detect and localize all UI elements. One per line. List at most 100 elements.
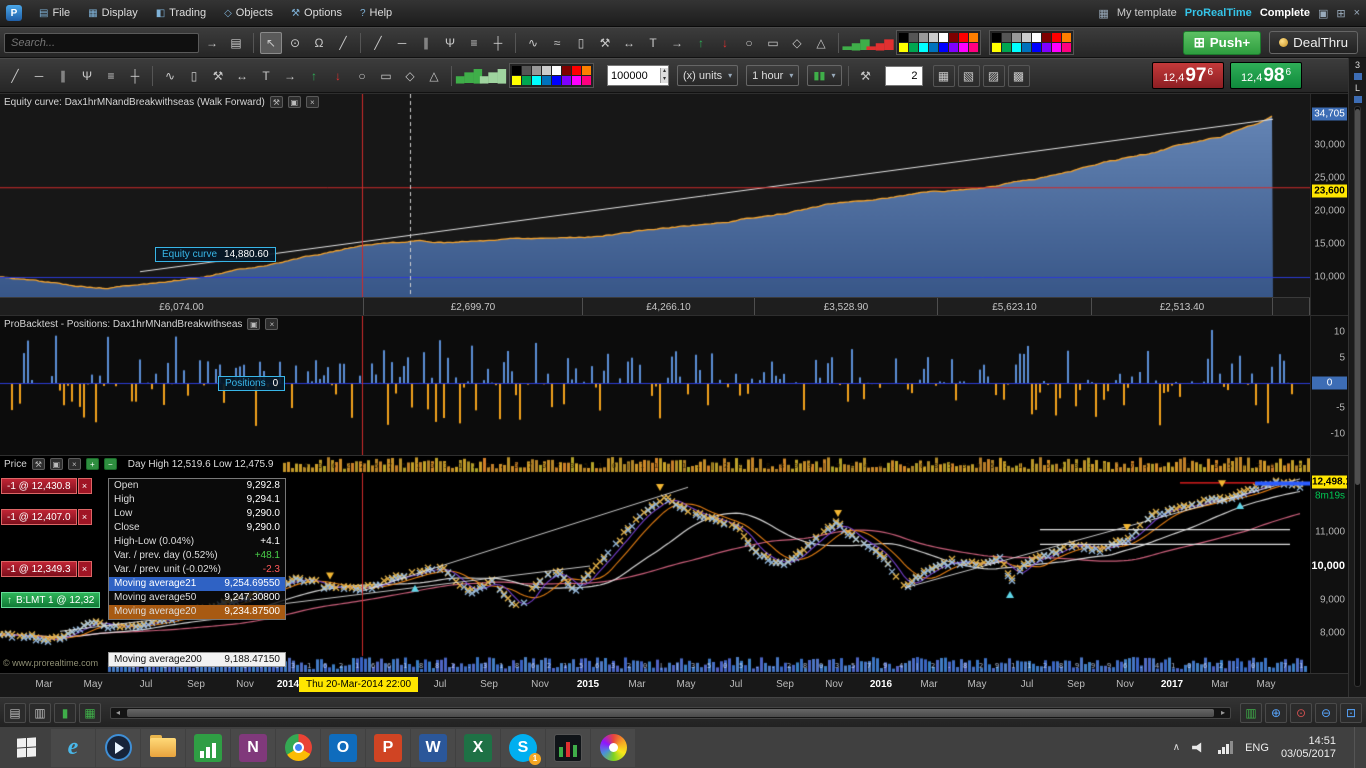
panel-close-icon[interactable]: × bbox=[305, 96, 319, 108]
search-input[interactable] bbox=[4, 32, 199, 53]
color-swatch[interactable] bbox=[1012, 33, 1021, 42]
color-swatch[interactable] bbox=[949, 43, 958, 52]
zigzag-icon[interactable]: ∿ bbox=[159, 65, 181, 87]
color-swatch[interactable] bbox=[919, 33, 928, 42]
pitchfork-icon[interactable]: Ψ bbox=[439, 32, 461, 54]
mini-chart-1-icon[interactable]: ▤ bbox=[4, 702, 26, 723]
text-icon[interactable]: T bbox=[255, 65, 277, 87]
equity-y-axis[interactable]: 34,705 30,000 25,000 23,600 20,000 15,000 10,0… bbox=[1310, 94, 1348, 315]
color-swatch[interactable] bbox=[992, 43, 1001, 52]
add-indicator-icon[interactable]: + bbox=[85, 458, 99, 470]
mini-chart-2-icon[interactable]: ▥ bbox=[29, 702, 51, 723]
draw-icon[interactable]: ╱ bbox=[332, 32, 354, 54]
color-swatch[interactable] bbox=[969, 33, 978, 42]
menu-item-objects[interactable]: ◇ Objects bbox=[215, 0, 282, 26]
close-position-icon[interactable]: × bbox=[77, 561, 92, 577]
wrench-icon[interactable]: ⚒ bbox=[855, 65, 877, 87]
color-swatch[interactable] bbox=[572, 76, 581, 85]
search-go-icon[interactable]: → bbox=[201, 32, 223, 54]
color-swatch[interactable] bbox=[992, 33, 1001, 42]
color-swatch[interactable] bbox=[542, 76, 551, 85]
color-swatch[interactable] bbox=[532, 76, 541, 85]
panel-window-icon[interactable]: ▣ bbox=[287, 96, 301, 108]
arrow-icon[interactable]: → bbox=[279, 65, 301, 87]
color-swatch[interactable] bbox=[522, 66, 531, 75]
zigzag-icon[interactable]: ∿ bbox=[522, 32, 544, 54]
parallel-lines-icon[interactable]: ∥ bbox=[415, 32, 437, 54]
excel-icon[interactable]: X bbox=[456, 728, 500, 767]
move-icon[interactable]: ↔ bbox=[618, 32, 640, 54]
fibonacci-icon[interactable]: ≡ bbox=[463, 32, 485, 54]
color-swatch[interactable] bbox=[542, 66, 551, 75]
chrome-icon[interactable] bbox=[276, 728, 320, 767]
onenote-icon[interactable]: N bbox=[231, 728, 275, 767]
layout-one-chart-icon[interactable]: ▦ bbox=[932, 64, 955, 87]
vertical-scrollbar[interactable] bbox=[1354, 106, 1361, 687]
scroll-left-icon[interactable]: ◂ bbox=[111, 708, 125, 718]
color-swatch[interactable] bbox=[572, 66, 581, 75]
color-swatch[interactable] bbox=[969, 43, 978, 52]
pointer-icon[interactable]: ↖ bbox=[260, 31, 282, 54]
color-swatch[interactable] bbox=[1052, 33, 1061, 42]
chart-style-green-icon[interactable]: ▂▄▆ bbox=[843, 32, 870, 54]
file-explorer-icon[interactable] bbox=[141, 728, 185, 767]
scrollbar-thumb[interactable] bbox=[127, 708, 1214, 717]
menu-item-trading[interactable]: ◧ Trading bbox=[147, 0, 215, 26]
color-swatch[interactable] bbox=[1012, 43, 1021, 52]
color-swatch[interactable] bbox=[582, 66, 591, 75]
color-swatch[interactable] bbox=[582, 76, 591, 85]
zoom-area-icon[interactable]: ⊡ bbox=[1340, 702, 1362, 723]
quantity-up-icon[interactable]: ▴ bbox=[661, 68, 668, 75]
menu-item-display[interactable]: ▦ Display bbox=[79, 0, 147, 26]
zoom-icon[interactable]: ⊙ bbox=[284, 32, 306, 54]
color-swatch[interactable] bbox=[1032, 43, 1041, 52]
skype-icon[interactable]: S1 bbox=[501, 728, 545, 767]
trash-icon[interactable]: ▯ bbox=[570, 32, 592, 54]
media-player-icon[interactable] bbox=[96, 728, 140, 767]
color-swatch[interactable] bbox=[1022, 43, 1031, 52]
layout-grid-icon[interactable]: ▨ bbox=[982, 64, 1005, 87]
ellipse-icon[interactable]: ○ bbox=[351, 65, 373, 87]
trading-app-icon[interactable] bbox=[546, 728, 590, 767]
color-swatch[interactable] bbox=[1052, 43, 1061, 52]
dealthru-button[interactable]: DealThru bbox=[1269, 31, 1358, 54]
zoom-out-icon[interactable]: ⊖ bbox=[1315, 702, 1337, 723]
text-icon[interactable]: T bbox=[642, 32, 664, 54]
rectangle-icon[interactable]: ▭ bbox=[762, 32, 784, 54]
close-position-icon[interactable]: × bbox=[77, 478, 92, 494]
scroll-right-icon[interactable]: ▸ bbox=[1216, 708, 1230, 718]
tools-icon[interactable]: ⚒ bbox=[207, 65, 229, 87]
timeframe-select[interactable]: 1 hour ▾ bbox=[746, 65, 800, 86]
color-swatch[interactable] bbox=[522, 76, 531, 85]
triangle-icon[interactable]: △ bbox=[810, 32, 832, 54]
color-swatch[interactable] bbox=[532, 66, 541, 75]
positions-y-axis[interactable]: 10 5 0 -5 -10 bbox=[1310, 316, 1348, 455]
word-icon[interactable]: W bbox=[411, 728, 455, 767]
fibonacci-icon[interactable]: ≡ bbox=[100, 65, 122, 87]
fullscreen-icon[interactable]: ⊞ bbox=[1336, 7, 1345, 20]
panel-settings-icon[interactable]: ⚒ bbox=[31, 458, 45, 470]
color-swatch[interactable] bbox=[919, 43, 928, 52]
polygon-icon[interactable]: ◇ bbox=[786, 32, 808, 54]
cross-line-icon[interactable]: ┼ bbox=[487, 32, 509, 54]
panel-close-icon[interactable]: × bbox=[67, 458, 81, 470]
stocks-app-icon[interactable] bbox=[186, 728, 230, 767]
positions-canvas[interactable] bbox=[0, 316, 1310, 456]
color-swatch[interactable] bbox=[1062, 33, 1071, 42]
color-swatch[interactable] bbox=[949, 33, 958, 42]
color-swatch[interactable] bbox=[1022, 33, 1031, 42]
zoom-in-icon[interactable]: ⊕ bbox=[1265, 702, 1287, 723]
buy-button[interactable]: 12,4 98 6 bbox=[1230, 62, 1302, 89]
layout-two-charts-icon[interactable]: ▧ bbox=[957, 64, 980, 87]
line-chart-icon[interactable]: ▄▆█ bbox=[480, 65, 506, 87]
layout-icon[interactable]: ▣ bbox=[1318, 7, 1328, 20]
color-swatch[interactable] bbox=[929, 43, 938, 52]
time-axis[interactable]: Thu 20-Mar-2014 22:00 Mar May Jul Sep Nov 201… bbox=[0, 673, 1366, 697]
trendline-icon[interactable]: ╱ bbox=[367, 32, 389, 54]
color-swatch[interactable] bbox=[1062, 43, 1071, 52]
color-swatch[interactable] bbox=[909, 33, 918, 42]
trendline-icon[interactable]: ╱ bbox=[4, 65, 26, 87]
color-swatch[interactable] bbox=[899, 43, 908, 52]
arrow-down-icon[interactable]: ↓ bbox=[714, 32, 736, 54]
candle-chart-icon[interactable]: ▮ bbox=[54, 702, 76, 723]
